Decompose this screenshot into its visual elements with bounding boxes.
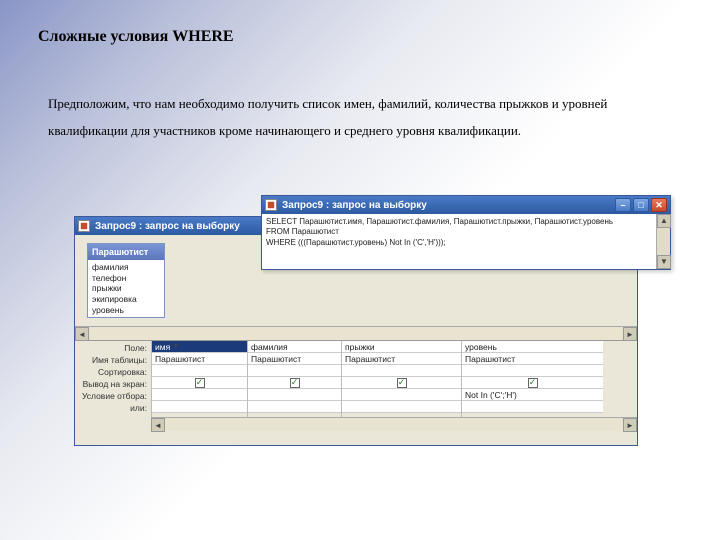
field-cell[interactable]: фамилия — [248, 341, 341, 353]
scroll-down-icon[interactable]: ▼ — [657, 255, 671, 269]
field-cell[interactable]: уровень — [462, 341, 603, 353]
table-cell[interactable]: Парашютист — [342, 353, 461, 365]
table-cell[interactable]: Парашютист — [248, 353, 341, 365]
sql-line: WHERE (((Парашютист.уровень) Not In ('С'… — [266, 238, 666, 248]
row-label-field: Поле: — [75, 343, 147, 355]
maximize-button[interactable]: □ — [633, 198, 649, 212]
checkbox-icon[interactable]: ✓ — [528, 378, 538, 388]
sql-text-area[interactable]: SELECT Парашютист.имя, Парашютист.фамили… — [262, 214, 670, 269]
sql-line: SELECT Парашютист.имя, Парашютист.фамили… — [266, 217, 666, 227]
sort-cell[interactable] — [342, 365, 461, 377]
pane-hscrollbar[interactable]: ◄ ► — [75, 326, 637, 340]
scroll-track[interactable] — [165, 418, 623, 431]
row-label-table: Имя таблицы: — [75, 355, 147, 367]
minimize-button[interactable]: – — [615, 198, 631, 212]
or-cell[interactable] — [248, 401, 341, 413]
list-item[interactable]: телефон — [90, 273, 162, 284]
scroll-up-icon[interactable]: ▲ — [657, 214, 671, 228]
scroll-left-icon[interactable]: ◄ — [151, 418, 165, 432]
grid-row-labels: Поле: Имя таблицы: Сортировка: Вывод на … — [75, 341, 151, 431]
list-item[interactable]: экипировка — [90, 294, 162, 305]
table-header[interactable]: Парашютист — [88, 244, 164, 260]
or-cell[interactable] — [462, 401, 603, 413]
or-cell[interactable] — [342, 401, 461, 413]
show-cell[interactable]: ✓ — [152, 377, 247, 389]
intro-paragraph: Предположим, что нам необходимо получить… — [48, 90, 672, 145]
criteria-cell[interactable] — [248, 389, 341, 401]
table-field-list[interactable]: Парашютист фамилия телефон прыжки экипир… — [87, 243, 165, 318]
sort-cell[interactable] — [462, 365, 603, 377]
criteria-cell[interactable]: Not In ('С';'Н') — [462, 389, 603, 401]
criteria-cell[interactable] — [152, 389, 247, 401]
qbe-design-grid: Поле: Имя таблицы: Сортировка: Вывод на … — [75, 341, 637, 431]
sql-window: Запрос9 : запрос на выборку – □ ✕ SELECT… — [261, 195, 671, 270]
close-button[interactable]: ✕ — [651, 198, 667, 212]
grid-hscrollbar[interactable]: ◄ ► — [151, 417, 637, 431]
row-label-or: или: — [75, 403, 147, 415]
or-cell[interactable] — [152, 401, 247, 413]
sql-titlebar[interactable]: Запрос9 : запрос на выборку – □ ✕ — [262, 196, 670, 214]
page-heading: Сложные условия WHERE — [38, 28, 234, 46]
dropdown-icon[interactable]: ▼ — [172, 343, 179, 350]
row-label-criteria: Условие отбора: — [75, 391, 147, 403]
query-icon — [78, 220, 90, 232]
table-cell[interactable]: Парашютист — [462, 353, 603, 365]
list-item[interactable]: прыжки — [90, 283, 162, 294]
show-cell[interactable]: ✓ — [462, 377, 603, 389]
query-icon — [265, 199, 277, 211]
field-list-body: фамилия телефон прыжки экипировка уровен… — [88, 260, 164, 317]
sql-title: Запрос9 : запрос на выборку — [282, 200, 615, 211]
list-item[interactable]: фамилия — [90, 262, 162, 273]
sort-cell[interactable] — [248, 365, 341, 377]
show-cell[interactable]: ✓ — [342, 377, 461, 389]
scroll-right-icon[interactable]: ► — [623, 327, 637, 341]
checkbox-icon[interactable]: ✓ — [397, 378, 407, 388]
field-cell[interactable]: прыжки — [342, 341, 461, 353]
sql-vscrollbar[interactable]: ▲ ▼ — [656, 214, 670, 269]
checkbox-icon[interactable]: ✓ — [290, 378, 300, 388]
table-cell[interactable]: Парашютист — [152, 353, 247, 365]
row-label-show: Вывод на экран: — [75, 379, 147, 391]
row-label-sort: Сортировка: — [75, 367, 147, 379]
scroll-track[interactable] — [89, 327, 623, 340]
scroll-right-icon[interactable]: ► — [623, 418, 637, 432]
sort-cell[interactable] — [152, 365, 247, 377]
scroll-left-icon[interactable]: ◄ — [75, 327, 89, 341]
show-cell[interactable]: ✓ — [248, 377, 341, 389]
checkbox-icon[interactable]: ✓ — [195, 378, 205, 388]
list-item[interactable]: уровень — [90, 305, 162, 316]
field-cell[interactable]: имя▼ — [152, 341, 247, 353]
sql-line: FROM Парашютист — [266, 227, 666, 237]
criteria-cell[interactable] — [342, 389, 461, 401]
